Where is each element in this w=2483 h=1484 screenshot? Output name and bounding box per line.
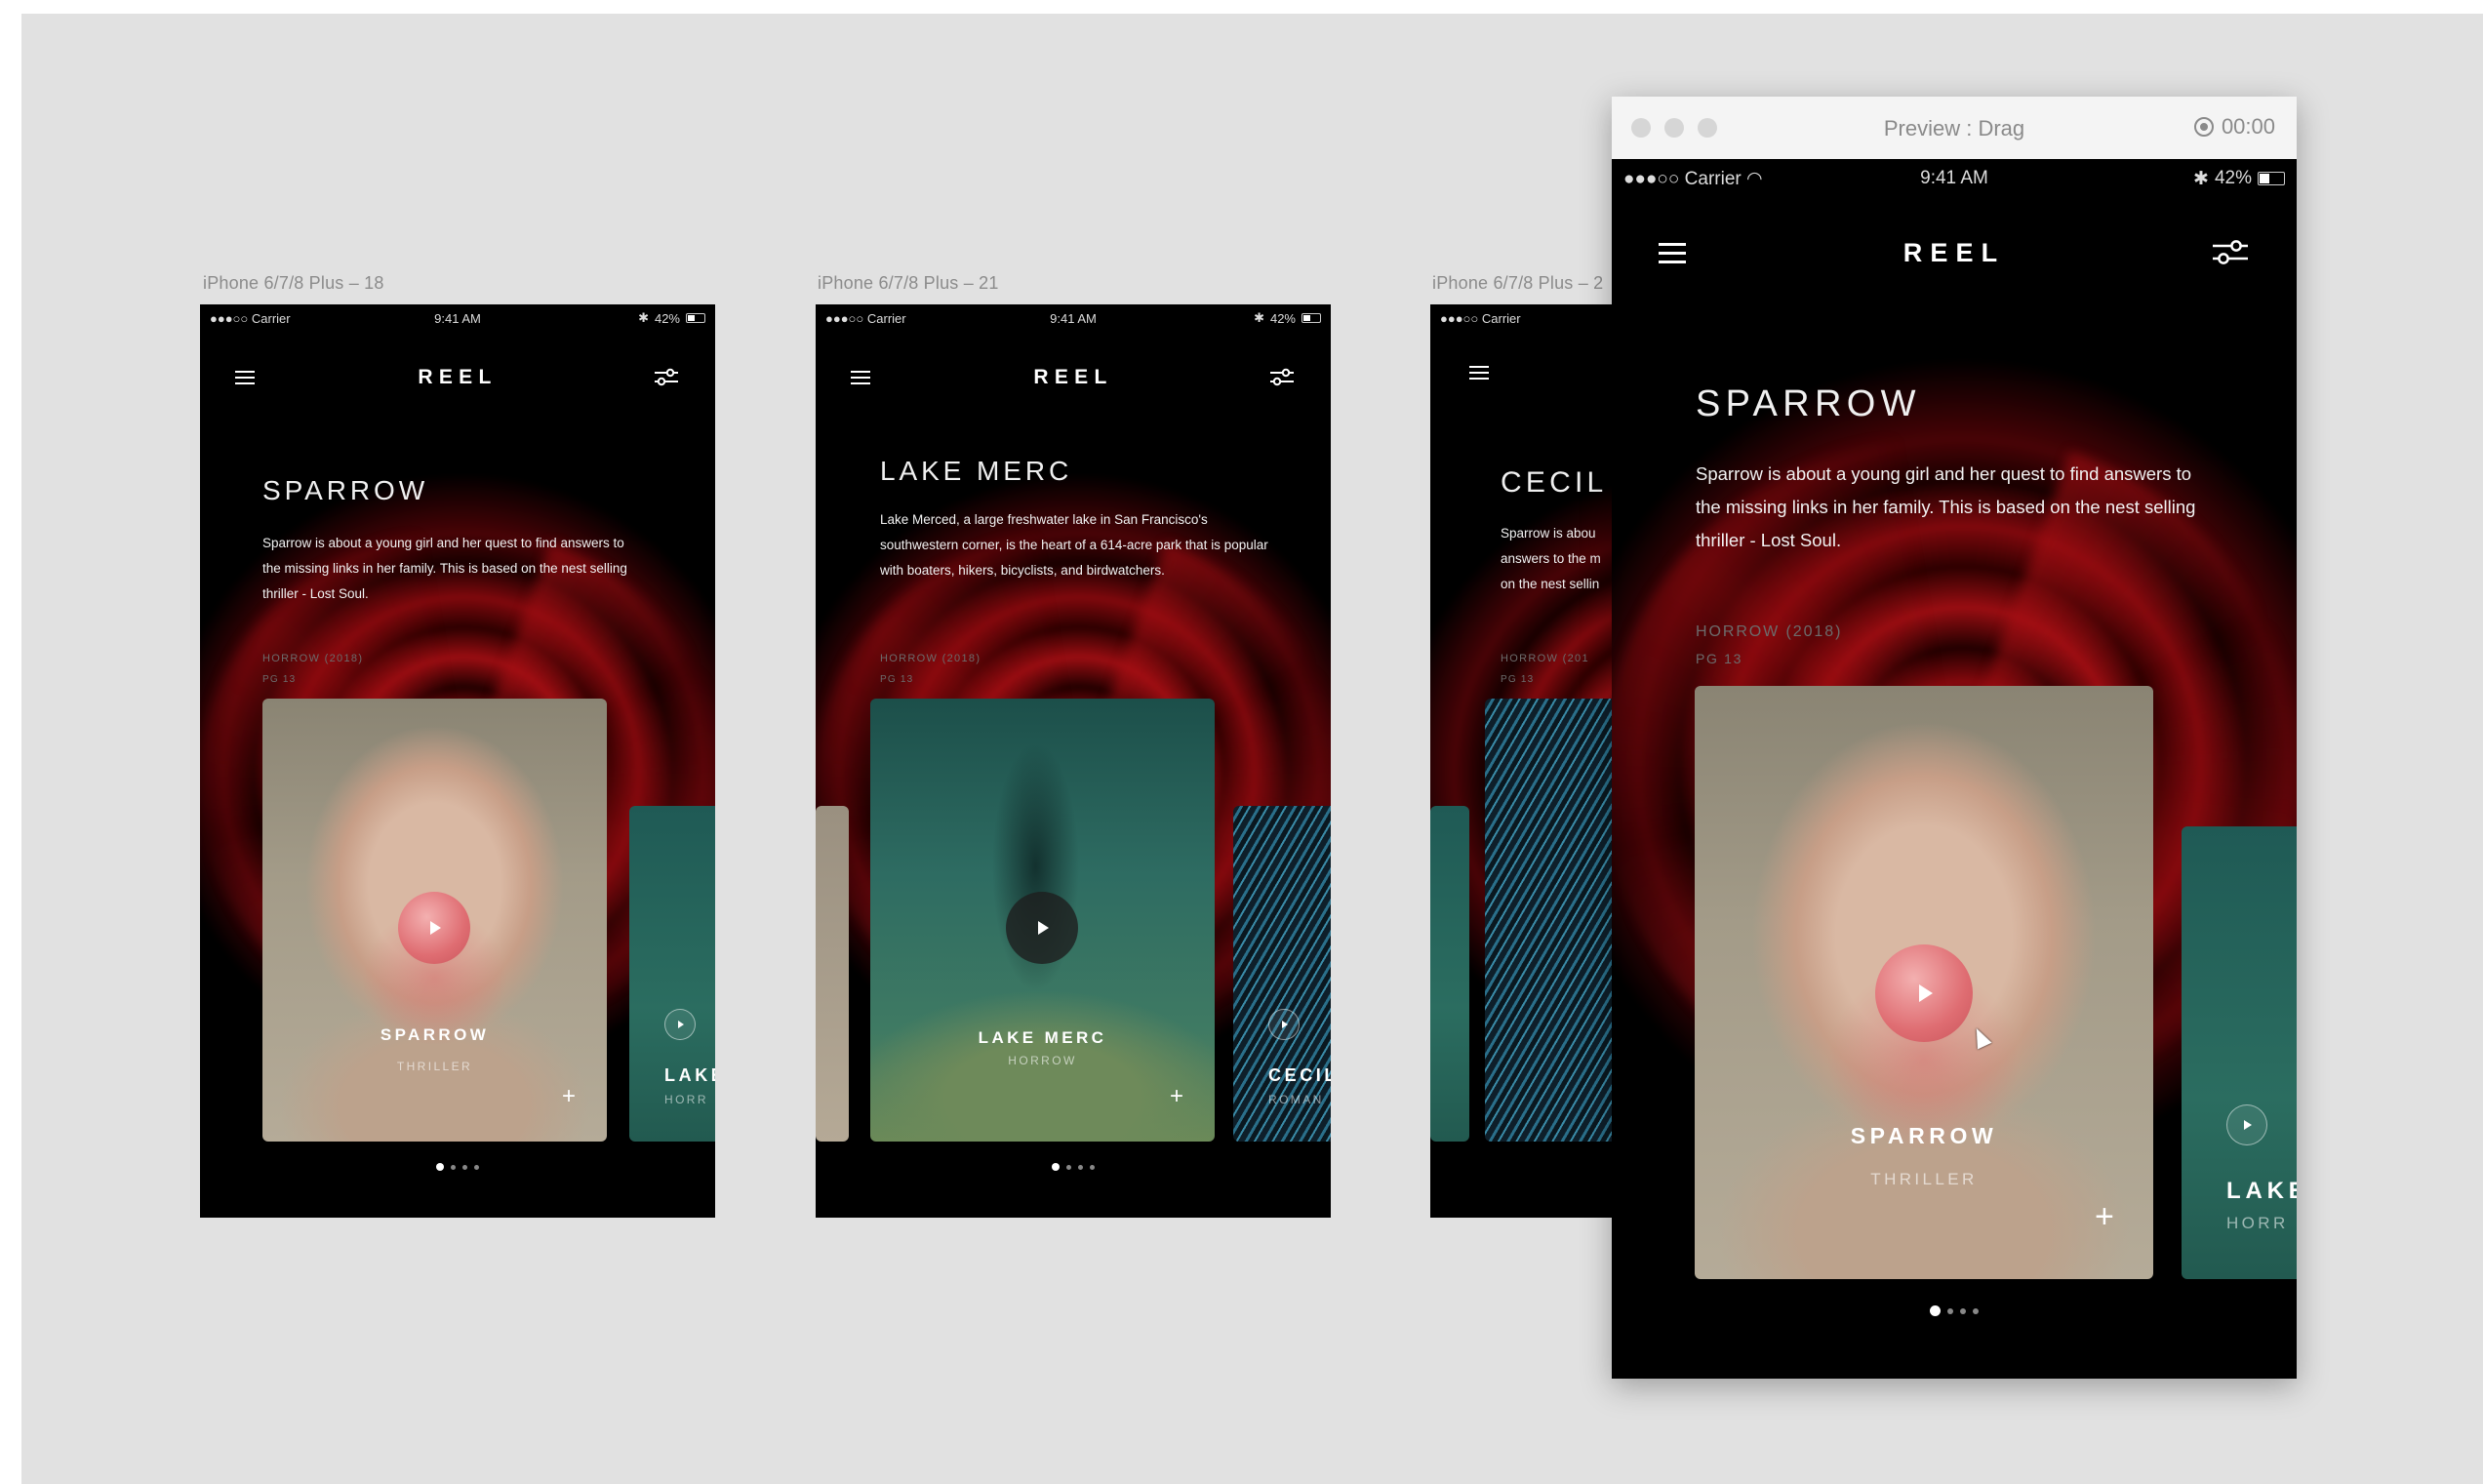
play-icon — [2244, 1120, 2252, 1130]
movie-year: HORROW (2018) — [262, 653, 364, 664]
card-title: SPARROW — [380, 1025, 490, 1044]
sliders-filter-icon[interactable] — [1268, 368, 1296, 387]
artboard-phone-sparrow[interactable]: ●●●○○ Carrier 9:41 AM ✱ 42% REEL SPARROW… — [200, 304, 715, 1218]
prev-card-peek[interactable] — [1430, 806, 1469, 1142]
next-card-peek[interactable]: LAKE HORR — [2182, 826, 2297, 1279]
add-to-list-button[interactable]: + — [1170, 1085, 1183, 1108]
movie-year: HORROW (2018) — [1696, 623, 1843, 640]
play-button[interactable] — [664, 1009, 696, 1040]
movie-title: LAKE MERC — [880, 456, 1073, 486]
play-icon — [1038, 921, 1049, 935]
battery-icon — [1302, 313, 1321, 323]
hamburger-menu-icon[interactable] — [235, 371, 255, 384]
movie-card-sparrow[interactable]: SPARROW THRILLER + — [262, 699, 607, 1142]
movie-rating: PG 13 — [1696, 651, 1743, 666]
card-title: SPARROW — [1850, 1123, 1998, 1148]
play-button[interactable] — [1006, 892, 1078, 964]
page-indicator[interactable] — [816, 1163, 1331, 1171]
movie-rating: PG 13 — [1501, 674, 1535, 685]
movie-card-cecil[interactable] — [1485, 699, 1614, 1142]
movie-title: SPARROW — [1696, 383, 1921, 424]
record-icon[interactable] — [2193, 117, 2214, 137]
movie-rating: PG 13 — [262, 674, 297, 685]
card-genre: THRILLER — [1870, 1170, 1978, 1188]
peek-card-genre: HORR — [2226, 1214, 2289, 1232]
artboard-label[interactable]: iPhone 6/7/8 Plus – 2 — [1432, 273, 1603, 294]
next-card-peek[interactable]: LAKE HORR — [629, 806, 715, 1142]
hamburger-menu-icon[interactable] — [1469, 366, 1489, 380]
preview-window[interactable]: Preview : Drag 00:00 ●●●○○ Carrier ◠ 9:4… — [1612, 97, 2297, 1379]
movie-card-sparrow[interactable]: SPARROW THRILLER + — [1695, 686, 2153, 1279]
hamburger-menu-icon[interactable] — [851, 371, 870, 384]
brand-logo: REEL — [1033, 366, 1113, 388]
carrier-text: ●●●○○ Carrier — [1440, 310, 1521, 326]
play-button[interactable] — [398, 892, 470, 964]
status-time: 9:41 AM — [434, 310, 481, 326]
movie-year: HORROW (2018) — [880, 653, 981, 664]
window-title-bar[interactable]: Preview : Drag 00:00 — [1612, 97, 2297, 160]
play-icon — [1919, 984, 1933, 1002]
card-genre: HORROW — [1008, 1054, 1077, 1067]
play-button[interactable] — [2226, 1104, 2267, 1145]
record-timer: 00:00 — [2221, 114, 2275, 139]
peek-card-genre: HORR — [664, 1093, 708, 1106]
battery-icon — [686, 313, 705, 323]
artboard-phone-lake-merc[interactable]: ●●●○○ Carrier 9:41 AM ✱ 42% REEL LAKE ME… — [816, 304, 1331, 1218]
status-bar: ●●●○○ Carrier 9:41 AM ✱ 42% — [200, 304, 715, 332]
movie-description: Sparrow is about a young girl and her qu… — [1696, 463, 2196, 550]
status-bar: ●●●○○ Carrier 9:41 AM ✱ 42% — [816, 304, 1331, 332]
sliders-filter-icon[interactable] — [2211, 239, 2250, 266]
movie-year: HORROW (201 — [1501, 653, 1589, 664]
movie-description: Sparrow is about a young girl and her qu… — [262, 536, 627, 601]
card-genre: THRILLER — [396, 1060, 473, 1073]
play-button[interactable] — [1268, 1009, 1300, 1040]
play-icon — [1282, 1021, 1288, 1028]
artboard-label[interactable]: iPhone 6/7/8 Plus – 21 — [818, 273, 999, 294]
movie-description: Lake Merced, a large freshwater lake in … — [880, 512, 1268, 578]
battery-icon — [2258, 172, 2285, 185]
hamburger-menu-icon[interactable] — [1659, 242, 1686, 263]
prev-card-peek[interactable] — [816, 806, 849, 1142]
movie-title: SPARROW — [262, 475, 429, 505]
peek-card-title: LAKE — [664, 1065, 715, 1085]
page-indicator[interactable] — [200, 1163, 715, 1171]
status-bar: ●●●○○ Carrier ◠ 9:41 AM ✱ 42% — [1612, 159, 2297, 198]
peek-card-title: LAKE — [2226, 1178, 2297, 1204]
page-indicator[interactable] — [1612, 1305, 2297, 1316]
status-time: 9:41 AM — [1920, 168, 1988, 188]
status-time: 9:41 AM — [1050, 310, 1097, 326]
artboard-phone-cecil[interactable]: ●●●○○ Carrier CECIL Sparrow is abou answ… — [1430, 304, 1614, 1218]
card-title: LAKE MERC — [978, 1028, 1107, 1047]
peek-card-title: CECIL — [1268, 1065, 1331, 1085]
movie-title: CECIL — [1501, 466, 1608, 499]
play-icon — [678, 1021, 684, 1028]
movie-card-lake-merc[interactable]: LAKE MERC HORROW + — [870, 699, 1215, 1142]
play-button[interactable] — [1875, 944, 1973, 1042]
add-to-list-button[interactable]: + — [2095, 1200, 2114, 1233]
nav-bar: REEL — [200, 363, 715, 392]
movie-description: Sparrow is abou answers to the m on the … — [1501, 526, 1601, 591]
status-bar: ●●●○○ Carrier — [1430, 304, 1614, 332]
nav-bar: REEL — [816, 363, 1331, 392]
brand-logo: REEL — [1902, 238, 2006, 267]
record-control[interactable]: 00:00 — [2193, 114, 2275, 140]
play-icon — [430, 921, 441, 935]
brand-logo: REEL — [418, 366, 498, 388]
peek-card-genre: ROMAN — [1268, 1093, 1324, 1106]
movie-rating: PG 13 — [880, 674, 914, 685]
nav-bar: REEL — [1612, 233, 2297, 272]
add-to-list-button[interactable]: + — [562, 1085, 576, 1108]
artboard-label[interactable]: iPhone 6/7/8 Plus – 18 — [203, 273, 384, 294]
next-card-peek[interactable]: CECIL ROMAN — [1233, 806, 1331, 1142]
sliders-filter-icon[interactable] — [653, 368, 680, 387]
preview-phone-screen[interactable]: ●●●○○ Carrier ◠ 9:41 AM ✱ 42% REEL SPARR… — [1612, 159, 2297, 1379]
